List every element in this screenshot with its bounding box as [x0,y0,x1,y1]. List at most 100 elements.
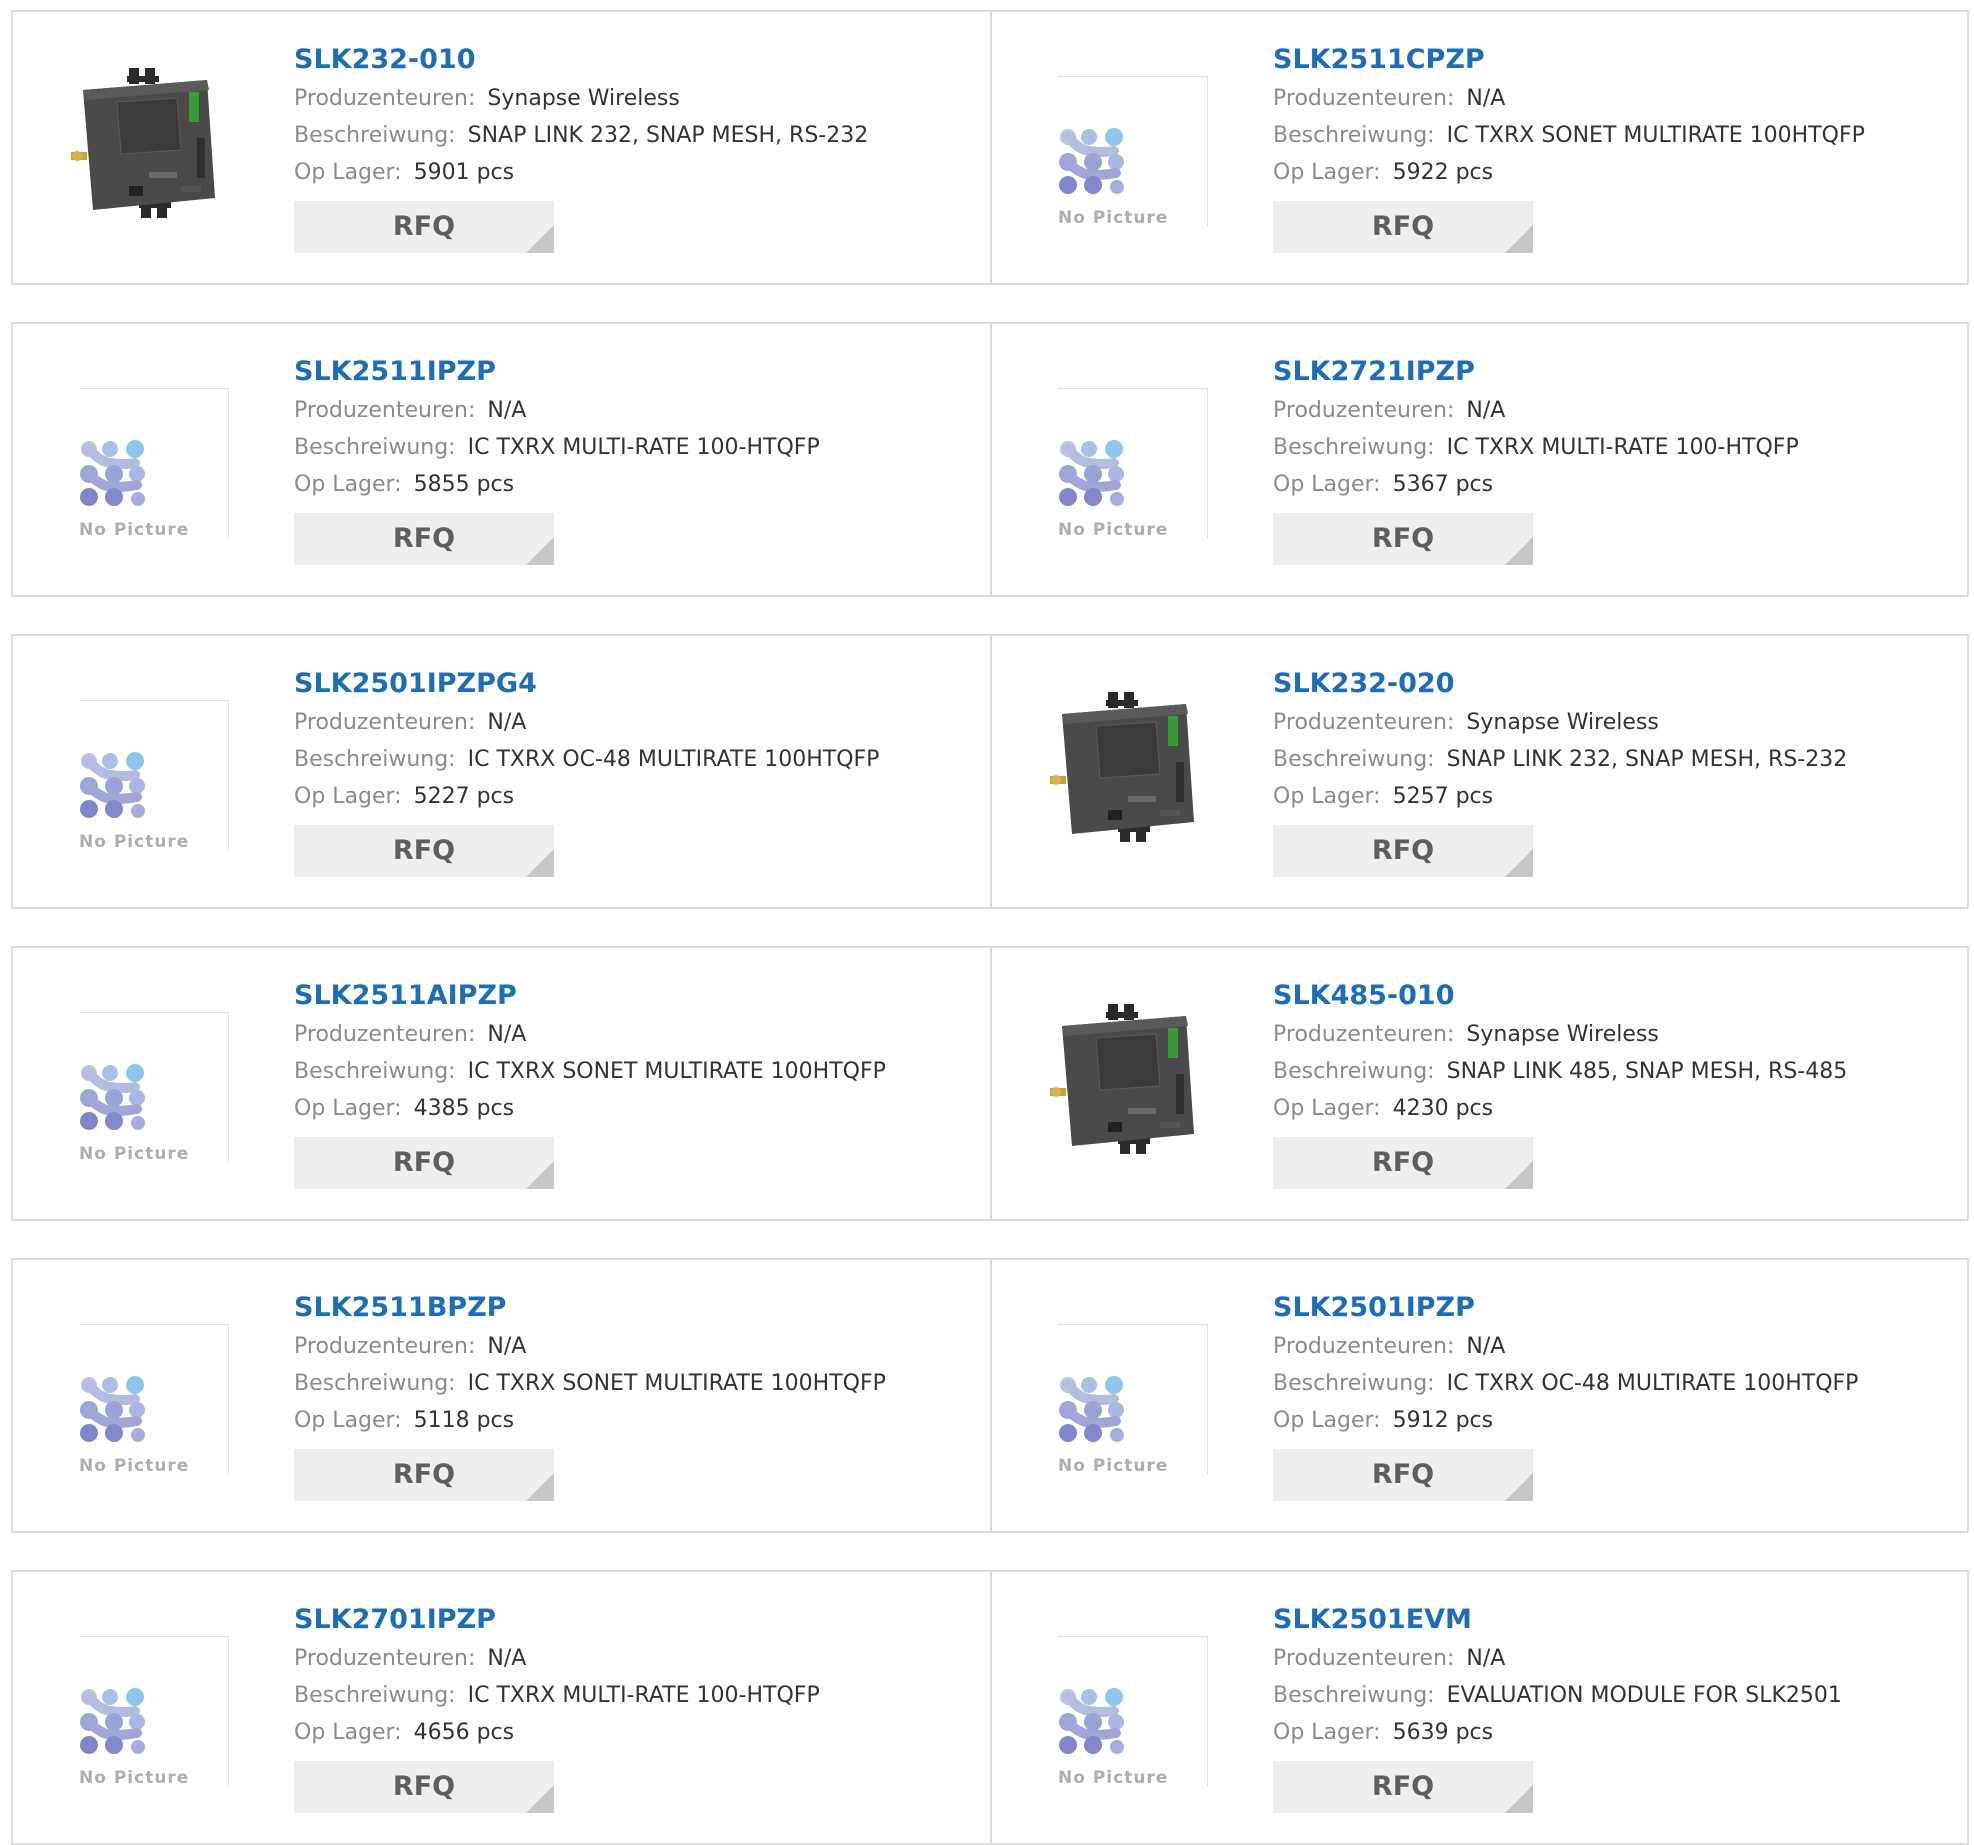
manufacturer-label: Produzenteuren: [294,398,476,423]
product-info: SLK2501EVM Produzenteuren: N/A Beschreiwu… [1273,1600,1957,1813]
description-label: Beschreiwung: [294,1371,456,1396]
corner-triangle-icon [526,849,554,877]
part-number-link[interactable]: SLK232-010 [294,40,980,80]
part-number-link[interactable]: SLK2701IPZP [294,1600,980,1640]
product-info: SLK232-010 Produzenteuren: Synapse Wirele… [294,40,980,253]
no-picture-icon [80,440,145,506]
manufacturer-value: Synapse Wireless [1466,710,1659,735]
stock-value: 4385 pcs [413,1096,515,1121]
manufacturer-value: N/A [487,1334,527,1359]
no-picture-label: No Picture [79,520,196,540]
rfq-button[interactable]: RFQ [1273,201,1533,253]
stock-label: Op Lager: [1273,160,1381,185]
product-card: SLK232-010 Produzenteuren: Synapse Wirele… [13,12,990,283]
stock-line: Op Lager: 4385 pcs [294,1090,980,1127]
part-number-link[interactable]: SLK2721IPZP [1273,352,1957,392]
manufacturer-value: N/A [1466,86,1506,111]
rfq-button[interactable]: RFQ [294,1137,554,1189]
product-row: No Picture SLK2701IPZP Produzenteuren: N/… [11,1570,1969,1845]
device-photo-icon[interactable] [69,68,219,218]
description-label: Beschreiwung: [1273,1683,1435,1708]
part-number-link[interactable]: SLK2501IPZPG4 [294,664,980,704]
stock-label: Op Lager: [294,472,402,497]
part-number-link[interactable]: SLK2511IPZP [294,352,980,392]
no-picture-placeholder[interactable]: No Picture [1058,76,1208,228]
stock-line: Op Lager: 5855 pcs [294,466,980,503]
description-value: IC TXRX SONET MULTIRATE 100HTQFP [467,1059,886,1084]
part-number-link[interactable]: SLK2511BPZP [294,1288,980,1328]
description-line: Beschreiwung: SNAP LINK 232, SNAP MESH, R… [1273,741,1957,778]
stock-line: Op Lager: 5118 pcs [294,1402,980,1439]
device-photo-icon[interactable] [1048,692,1198,842]
rfq-button[interactable]: RFQ [294,825,554,877]
stock-value: 4656 pcs [413,1720,515,1745]
no-picture-placeholder[interactable]: No Picture [79,700,229,852]
no-picture-placeholder[interactable]: No Picture [1058,1636,1208,1788]
no-picture-label: No Picture [79,1456,196,1476]
description-label: Beschreiwung: [294,123,456,148]
no-picture-placeholder[interactable]: No Picture [79,1636,229,1788]
rfq-button[interactable]: RFQ [294,513,554,565]
manufacturer-label: Produzenteuren: [1273,1646,1455,1671]
part-number-link[interactable]: SLK2511CPZP [1273,40,1957,80]
no-picture-label: No Picture [79,832,196,852]
product-grid: SLK232-010 Produzenteuren: Synapse Wirele… [11,10,1969,1845]
corner-triangle-icon [1505,225,1533,253]
part-number-link[interactable]: SLK2511AIPZP [294,976,980,1016]
rfq-button-label: RFQ [1371,1771,1435,1802]
manufacturer-value: Synapse Wireless [487,86,680,111]
manufacturer-value: N/A [487,710,527,735]
part-number-link[interactable]: SLK2501EVM [1273,1600,1957,1640]
product-card: No Picture SLK2501IPZPG4 Produzenteuren:… [13,636,990,907]
no-picture-label: No Picture [79,1144,196,1164]
manufacturer-line: Produzenteuren: N/A [294,1328,980,1365]
rfq-button[interactable]: RFQ [1273,1761,1533,1813]
part-number-link[interactable]: SLK2501IPZP [1273,1288,1957,1328]
description-value: SNAP LINK 232, SNAP MESH, RS-232 [1446,747,1848,772]
manufacturer-line: Produzenteuren: Synapse Wireless [1273,704,1957,741]
product-card: No Picture SLK2511BPZP Produzenteuren: N/… [13,1260,990,1531]
description-value: SNAP LINK 232, SNAP MESH, RS-232 [467,123,869,148]
product-card: No Picture SLK2511IPZP Produzenteuren: N/… [13,324,990,595]
stock-line: Op Lager: 5912 pcs [1273,1402,1957,1439]
manufacturer-value: N/A [1466,398,1506,423]
rfq-button[interactable]: RFQ [294,1761,554,1813]
rfq-button[interactable]: RFQ [294,1449,554,1501]
no-picture-icon [1059,1376,1124,1442]
no-picture-label: No Picture [1058,208,1175,228]
description-value: IC TXRX MULTI-RATE 100-HTQFP [467,435,820,460]
no-picture-placeholder[interactable]: No Picture [79,1012,229,1164]
rfq-button[interactable]: RFQ [1273,825,1533,877]
rfq-button[interactable]: RFQ [1273,1449,1533,1501]
part-number-link[interactable]: SLK485-010 [1273,976,1957,1016]
rfq-button-label: RFQ [1371,1459,1435,1490]
manufacturer-label: Produzenteuren: [1273,86,1455,111]
no-picture-placeholder[interactable]: No Picture [1058,1324,1208,1476]
manufacturer-label: Produzenteuren: [294,86,476,111]
description-label: Beschreiwung: [294,1683,456,1708]
corner-triangle-icon [526,1161,554,1189]
stock-value: 5227 pcs [413,784,515,809]
corner-triangle-icon [526,1473,554,1501]
manufacturer-label: Produzenteuren: [1273,1334,1455,1359]
description-label: Beschreiwung: [1273,1059,1435,1084]
description-line: Beschreiwung: SNAP LINK 485, SNAP MESH, R… [1273,1053,1957,1090]
product-card: SLK485-010 Produzenteuren: Synapse Wirele… [990,948,1967,1219]
product-info: SLK2501IPZP Produzenteuren: N/A Beschreiw… [1273,1288,1957,1501]
no-picture-placeholder[interactable]: No Picture [79,1324,229,1476]
product-info: SLK2501IPZPG4 Produzenteuren: N/A Beschre… [294,664,980,877]
no-picture-icon [80,1688,145,1754]
rfq-button[interactable]: RFQ [1273,1137,1533,1189]
rfq-button[interactable]: RFQ [294,201,554,253]
corner-triangle-icon [1505,1161,1533,1189]
rfq-button[interactable]: RFQ [1273,513,1533,565]
no-picture-placeholder[interactable]: No Picture [1058,388,1208,540]
device-photo-icon[interactable] [1048,1004,1198,1154]
description-line: Beschreiwung: IC TXRX MULTI-RATE 100-HTQF… [294,429,980,466]
part-number-link[interactable]: SLK232-020 [1273,664,1957,704]
rfq-button-label: RFQ [1371,835,1435,866]
stock-line: Op Lager: 5901 pcs [294,154,980,191]
description-line: Beschreiwung: EVALUATION MODULE FOR SLK25… [1273,1677,1957,1714]
manufacturer-label: Produzenteuren: [1273,398,1455,423]
no-picture-placeholder[interactable]: No Picture [79,388,229,540]
